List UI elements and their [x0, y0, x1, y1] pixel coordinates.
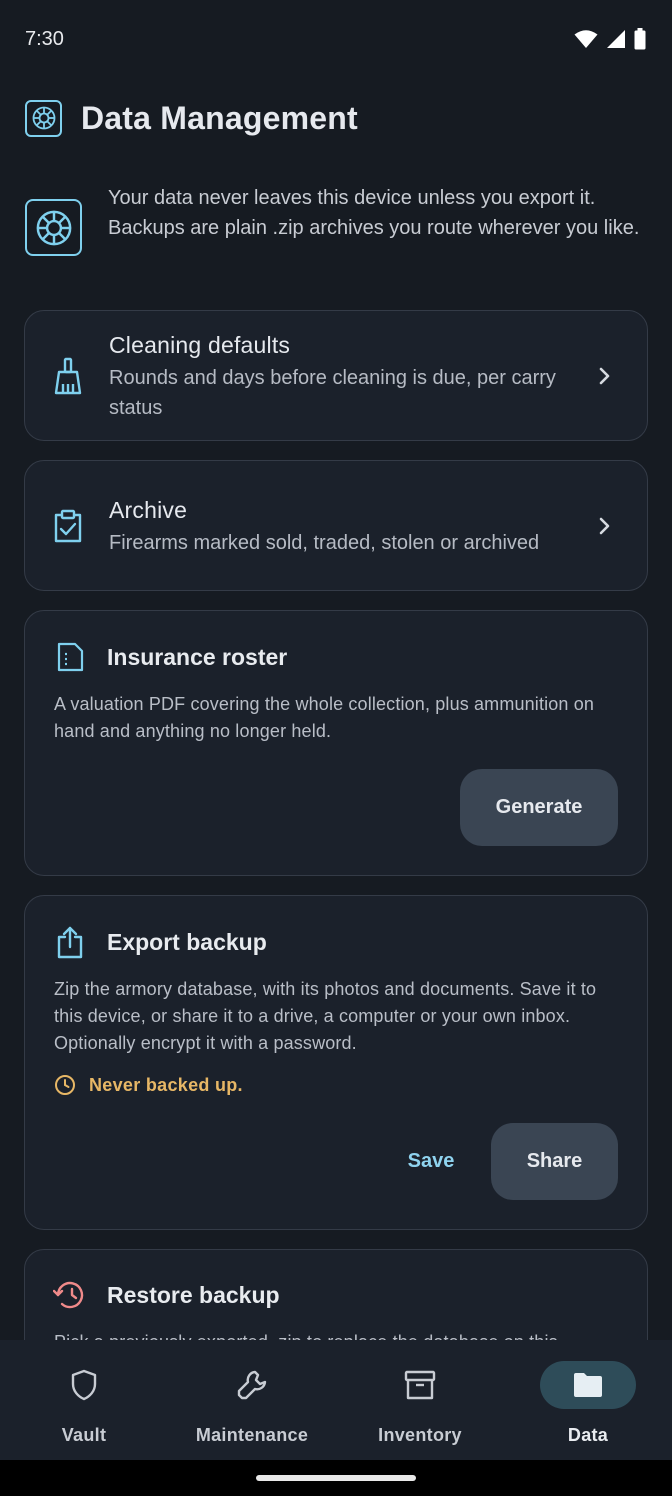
bottom-navigation: Vault Maintenance Inventory Data: [0, 1340, 672, 1460]
nav-item-vault[interactable]: Vault: [0, 1340, 168, 1460]
home-gesture-handle[interactable]: [256, 1475, 416, 1481]
export-backup-title: Export backup: [107, 928, 267, 955]
intro-text: Your data never leaves this device unles…: [108, 187, 640, 239]
page-title: Data Management: [81, 99, 358, 136]
archive-title: Archive: [109, 496, 188, 523]
shield-icon: [36, 1361, 132, 1409]
nav-label-data: Data: [567, 1425, 609, 1445]
export-backup-card: Export backup Zip the armory database, w…: [24, 895, 648, 1230]
nav-item-maintenance[interactable]: Maintenance: [168, 1340, 336, 1460]
broom-icon: [51, 357, 85, 395]
nav-label-inventory: Inventory: [378, 1425, 462, 1445]
restore-backup-title: Restore backup: [107, 1281, 280, 1308]
insurance-roster-description: A valuation PDF covering the whole colle…: [54, 694, 595, 741]
chevron-right-icon: [593, 516, 617, 536]
cleaning-defaults-subtitle: Rounds and days before cleaning is due, …: [109, 366, 556, 419]
folder-icon: [540, 1361, 636, 1409]
settings-wheel-icon: [25, 199, 82, 256]
nav-item-inventory[interactable]: Inventory: [336, 1340, 504, 1460]
battery-icon: [634, 28, 646, 50]
nav-label-vault: Vault: [61, 1425, 107, 1445]
generate-button[interactable]: Generate: [460, 769, 618, 846]
clock-icon: [55, 1075, 75, 1095]
wrench-icon: [204, 1361, 300, 1409]
cleaning-defaults-card[interactable]: Cleaning defaults Rounds and days before…: [24, 310, 648, 441]
status-time: 7:30: [25, 27, 64, 50]
intro-section: Your data never leaves this device unles…: [25, 183, 647, 256]
share-button[interactable]: Share: [491, 1123, 618, 1200]
backup-status-text: Never backed up.: [89, 1074, 243, 1095]
export-backup-description: Zip the armory database, with its photos…: [54, 979, 597, 1053]
archive-card[interactable]: Archive Firearms marked sold, traded, st…: [24, 460, 648, 591]
save-button[interactable]: Save: [392, 1123, 470, 1200]
backup-status: Never backed up.: [54, 1074, 618, 1096]
app-header: Data Management: [0, 78, 672, 158]
share-upload-icon: [52, 925, 88, 959]
cleaning-defaults-title: Cleaning defaults: [109, 331, 291, 358]
clipboard-check-icon: [51, 509, 85, 543]
archive-box-icon: [372, 1361, 468, 1409]
nav-item-data[interactable]: Data: [504, 1340, 672, 1460]
status-icons: [574, 28, 646, 50]
insurance-roster-title: Insurance roster: [107, 643, 288, 670]
wifi-icon: [574, 30, 598, 48]
settings-wheel-icon: [25, 99, 62, 137]
document-icon: [52, 642, 88, 672]
gesture-navigation-area: [0, 1460, 672, 1496]
restore-icon: [52, 1280, 88, 1310]
chevron-right-icon: [593, 366, 617, 386]
status-bar: 7:30: [0, 0, 672, 78]
nav-label-maintenance: Maintenance: [195, 1425, 309, 1445]
archive-subtitle: Firearms marked sold, traded, stolen or …: [109, 531, 540, 554]
cellular-signal-icon: [607, 30, 625, 48]
insurance-roster-card: Insurance roster A valuation PDF coverin…: [24, 610, 648, 876]
